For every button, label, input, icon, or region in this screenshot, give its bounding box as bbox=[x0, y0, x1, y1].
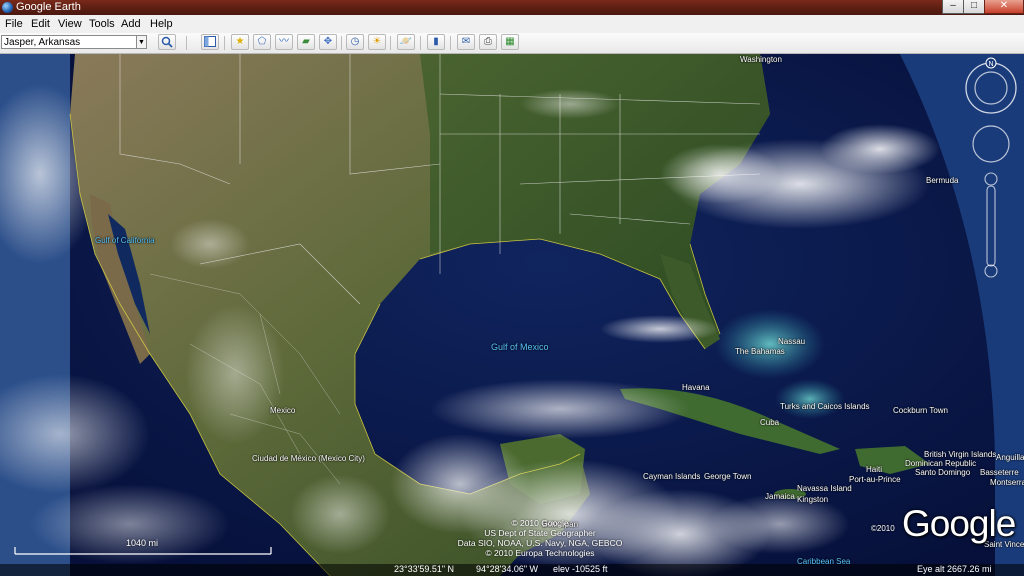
toolbar-separator bbox=[420, 36, 421, 50]
look-joystick-icon[interactable] bbox=[972, 125, 1010, 163]
toolbar-separator bbox=[186, 36, 187, 50]
window-title: Google Earth bbox=[16, 1, 81, 13]
sunlight-button[interactable]: ☀ bbox=[368, 34, 386, 50]
label-mexico: Mexico bbox=[270, 406, 296, 415]
label-bermuda: Bermuda bbox=[926, 176, 959, 185]
copyright-year: ©2010 bbox=[871, 524, 895, 533]
google-earth-icon bbox=[2, 2, 13, 13]
historical-imagery-icon: ◷ bbox=[350, 36, 360, 47]
label-cayman-islands: Cayman Islands bbox=[643, 472, 701, 481]
google-logo: Google bbox=[902, 503, 1016, 544]
menu-bar: File Edit View Tools Add Help bbox=[0, 15, 1024, 33]
label-kingston: Kingston bbox=[797, 495, 829, 504]
label-dominican-republic: Dominican Republic bbox=[905, 459, 977, 468]
label-port-au-prince: Port-au-Prince bbox=[849, 475, 901, 484]
label-the-bahamas: The Bahamas bbox=[735, 347, 785, 356]
image-overlay-icon: ▰ bbox=[302, 36, 310, 47]
attribution-line: © 2010 Google bbox=[511, 518, 569, 528]
toolbar-separator bbox=[341, 36, 342, 50]
label-cuba: Cuba bbox=[760, 418, 780, 427]
planet-switch-icon: 🪐 bbox=[399, 36, 413, 47]
sidebar-toggle-icon bbox=[204, 36, 216, 47]
toolbar-separator bbox=[390, 36, 391, 50]
attribution-line: © 2010 Europa Technologies bbox=[485, 548, 595, 558]
email-button[interactable]: ✉ bbox=[457, 34, 475, 50]
label-gulf-of-california: Gulf of California bbox=[95, 236, 155, 245]
navigation-controls[interactable]: N bbox=[962, 56, 1018, 296]
label-basseterre: Basseterre bbox=[980, 468, 1019, 477]
print-icon: ⎙ bbox=[484, 36, 492, 47]
attribution-line: US Dept of State Geographer bbox=[484, 528, 596, 538]
elevation-readout: elev -10525 ft bbox=[553, 564, 608, 574]
historical-imagery-button[interactable]: ◷ bbox=[346, 34, 364, 50]
search-button[interactable] bbox=[158, 34, 176, 50]
email-icon: ✉ bbox=[461, 36, 471, 47]
label-george-town: George Town bbox=[704, 472, 752, 481]
view-in-google-maps-button[interactable]: ▦ bbox=[501, 34, 519, 50]
imagery-attribution: © 2010 Google US Dept of State Geographe… bbox=[420, 518, 660, 558]
label-montserrat: Montserrat bbox=[990, 478, 1024, 487]
minimize-button[interactable]: – bbox=[942, 0, 964, 14]
record-tour-button[interactable]: ✥ bbox=[319, 34, 337, 50]
label-turks-caicos: Turks and Caicos Islands bbox=[780, 402, 870, 411]
add-path-button[interactable]: 〰 bbox=[275, 34, 293, 50]
satellite-imagery bbox=[0, 54, 1024, 576]
label-cockburn-town: Cockburn Town bbox=[893, 406, 948, 415]
maximize-button[interactable]: □ bbox=[963, 0, 985, 14]
earth-3d-view[interactable]: Washington Bermuda Gulf of California Gu… bbox=[0, 54, 1024, 576]
title-bar: Google Earth – □ ✕ bbox=[0, 0, 1024, 15]
menu-file[interactable]: File bbox=[5, 18, 23, 30]
menu-view[interactable]: View bbox=[58, 18, 82, 30]
label-haiti: Haiti bbox=[866, 465, 883, 474]
menu-tools[interactable]: Tools bbox=[89, 18, 115, 30]
latitude-readout: 23°33'59.51" N bbox=[394, 564, 455, 574]
label-havana: Havana bbox=[682, 383, 710, 392]
longitude-readout: 94°28'34.06" W bbox=[476, 564, 539, 574]
toolbar: Jasper, Arkansas ▼ ★ ⬠ 〰 ▰ ✥ ◷ ☀ 🪐 ▮ ✉ ⎙… bbox=[0, 33, 1024, 54]
zoom-slider-icon[interactable] bbox=[984, 172, 998, 278]
label-mexico-city: Ciudad de México (Mexico City) bbox=[252, 454, 365, 463]
scale-label: 1040 mi bbox=[126, 538, 159, 548]
eye-altitude-readout: Eye alt 2667.26 mi bbox=[917, 564, 992, 574]
menu-edit[interactable]: Edit bbox=[31, 18, 50, 30]
sidebar-toggle-button[interactable] bbox=[201, 34, 219, 50]
attribution-line: Data SIO, NOAA, U.S. Navy, NGA, GEBCO bbox=[457, 538, 623, 548]
label-jamaica: Jamaica bbox=[765, 492, 795, 501]
label-santo-domingo: Santo Domingo bbox=[915, 468, 971, 477]
label-british-virgin-islands: British Virgin Islands bbox=[924, 450, 997, 459]
print-button[interactable]: ⎙ bbox=[479, 34, 497, 50]
add-polygon-button[interactable]: ⬠ bbox=[253, 34, 271, 50]
sunlight-icon: ☀ bbox=[372, 36, 382, 47]
add-placemark-button[interactable]: ★ bbox=[231, 34, 249, 50]
menu-help[interactable]: Help bbox=[150, 18, 173, 30]
compass-north-label: N bbox=[988, 61, 993, 68]
add-image-overlay-button[interactable]: ▰ bbox=[297, 34, 315, 50]
ruler-button[interactable]: ▮ bbox=[427, 34, 445, 50]
polygon-icon: ⬠ bbox=[257, 36, 267, 47]
label-gulf-of-mexico: Gulf of Mexico bbox=[491, 342, 549, 352]
close-button[interactable]: ✕ bbox=[984, 0, 1024, 14]
search-dropdown-button[interactable]: ▼ bbox=[136, 35, 147, 49]
label-anguilla: Anguilla bbox=[996, 453, 1024, 462]
label-navassa-island: Navassa Island bbox=[797, 484, 852, 493]
label-washington: Washington bbox=[740, 55, 782, 64]
switch-planet-button[interactable]: 🪐 bbox=[397, 34, 415, 50]
path-icon: 〰 bbox=[279, 36, 289, 47]
menu-add[interactable]: Add bbox=[121, 18, 141, 30]
view-in-maps-icon: ▦ bbox=[505, 36, 515, 47]
label-nassau: Nassau bbox=[778, 337, 806, 346]
search-icon bbox=[161, 36, 173, 48]
search-input[interactable]: Jasper, Arkansas bbox=[1, 35, 137, 49]
ruler-icon: ▮ bbox=[433, 36, 439, 47]
toolbar-separator bbox=[450, 36, 451, 50]
status-bar: 23°33'59.51" N 94°28'34.06" W elev -1052… bbox=[0, 564, 1024, 576]
toolbar-separator bbox=[224, 36, 225, 50]
record-tour-icon: ✥ bbox=[323, 36, 333, 47]
placemark-icon: ★ bbox=[235, 36, 245, 47]
